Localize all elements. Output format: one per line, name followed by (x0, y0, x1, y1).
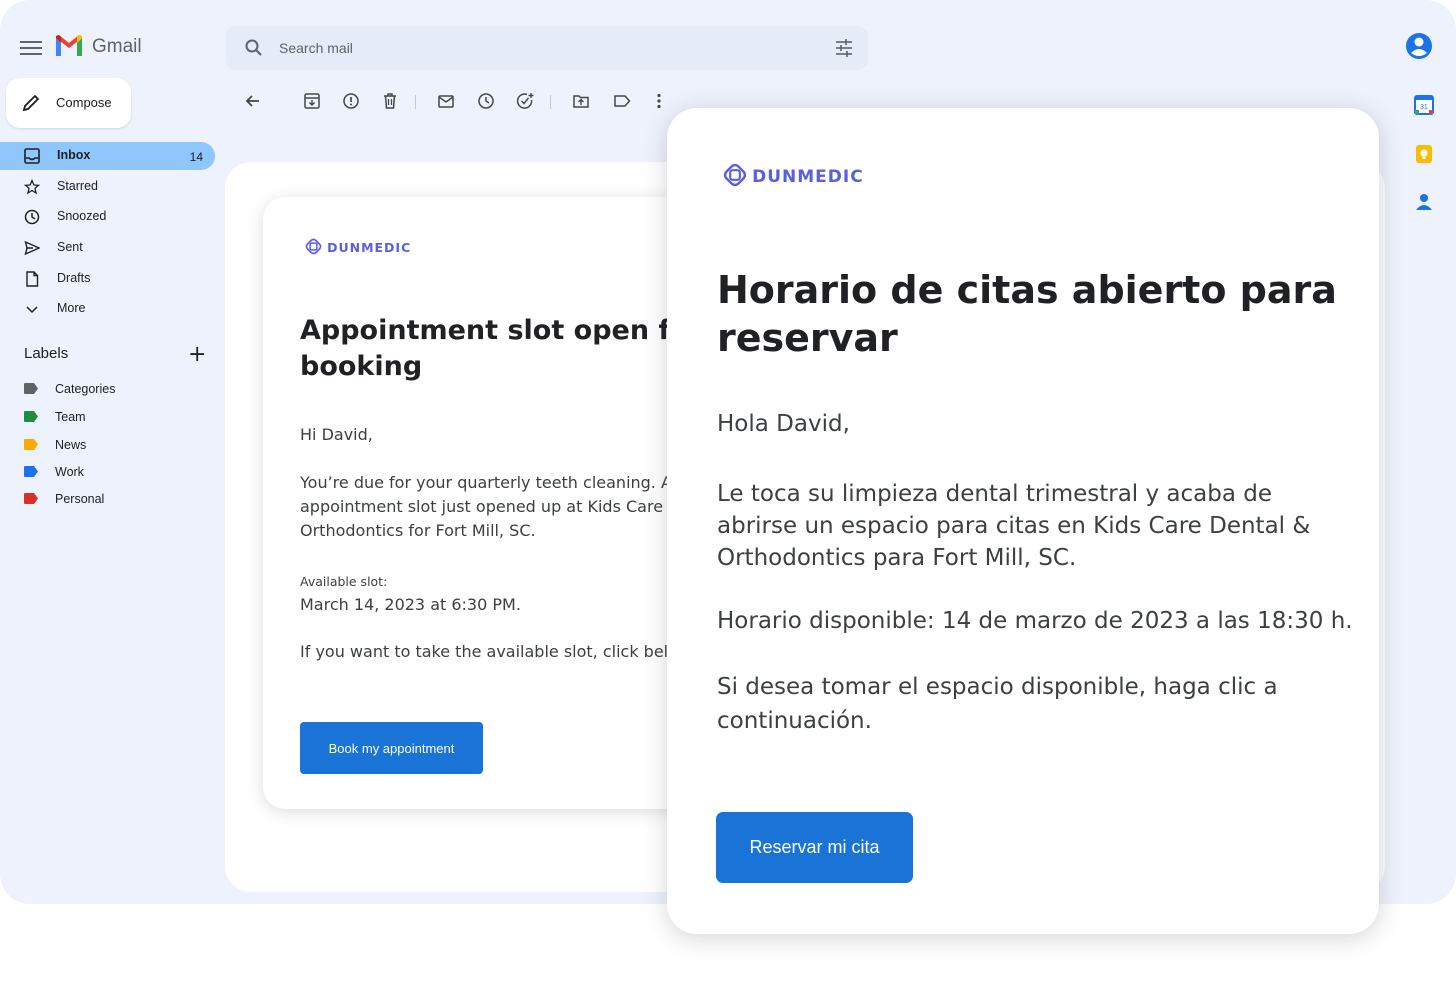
labels-heading: Labels (24, 345, 69, 362)
label-item-text: News (55, 438, 87, 452)
report-spam-icon[interactable] (342, 92, 360, 110)
brand-name: DUNMEDIC (752, 167, 864, 187)
email-cta-text: If you want to take the available slot, … (300, 642, 693, 661)
account-avatar-icon[interactable] (1404, 31, 1434, 61)
label-item-text: Team (55, 410, 86, 424)
compose-button[interactable]: Compose (6, 78, 131, 128)
contacts-icon[interactable] (1414, 192, 1434, 212)
toolbar-divider (415, 95, 416, 109)
main-menu-button[interactable] (20, 38, 42, 56)
label-tag-icon (24, 439, 38, 450)
gmail-logo[interactable] (54, 34, 84, 62)
book-appointment-button[interactable]: Book my appointment (300, 722, 483, 774)
move-to-icon[interactable] (572, 92, 590, 110)
add-label-icon[interactable]: + (188, 342, 206, 367)
sidebar-item-label: More (57, 301, 86, 315)
snooze-icon[interactable] (477, 92, 495, 110)
brand-logo: DUNMEDIC (723, 163, 864, 187)
inbox-unread-count: 14 (189, 150, 203, 164)
chevron-down-icon (26, 306, 38, 314)
back-arrow-icon[interactable] (244, 92, 262, 110)
slot-text: Horario disponible: 14 de marzo de 2023 … (717, 608, 1353, 634)
sidebar-item-starred[interactable]: Starred (0, 173, 215, 201)
search-bar[interactable]: Search mail (226, 26, 868, 70)
delete-icon[interactable] (381, 92, 399, 110)
label-item-text: Personal (55, 492, 105, 506)
sidebar-item-label: Starred (57, 179, 98, 193)
dunmedic-logo-icon (305, 238, 322, 255)
sidebar-item-sent[interactable]: Sent (0, 234, 215, 262)
email-card-english: DUNMEDIC Appointment slot open for booki… (263, 197, 693, 809)
filter-options-icon[interactable] (835, 39, 853, 57)
sidebar-item-label: Snoozed (57, 209, 107, 223)
star-icon (24, 179, 40, 195)
sidebar-item-more[interactable]: More (0, 295, 215, 323)
search-icon[interactable] (244, 38, 264, 58)
mark-unread-icon[interactable] (437, 92, 455, 110)
sidebar-item-snoozed[interactable]: Snoozed (0, 203, 215, 231)
keep-icon[interactable] (1414, 144, 1434, 164)
email-cta-text: Si desea tomar el espacio disponible, ha… (717, 674, 1278, 734)
sidebar-item-label: Inbox (57, 148, 91, 162)
email-title: Appointment slot open for booking (300, 315, 693, 382)
reserve-appointment-button[interactable]: Reservar mi cita (716, 812, 913, 883)
calendar-icon[interactable]: 31 (1414, 95, 1434, 115)
brand-name: DUNMEDIC (327, 240, 412, 255)
brand-logo: DUNMEDIC (305, 237, 411, 256)
svg-text:31: 31 (1420, 104, 1428, 111)
label-as-icon[interactable] (613, 92, 631, 110)
compose-label: Compose (56, 95, 112, 110)
archive-icon[interactable] (303, 92, 321, 110)
label-item-text: Work (55, 465, 84, 479)
app-name: Gmail (92, 36, 142, 57)
label-tag-icon (24, 493, 38, 504)
slot-label: Available slot: (300, 574, 388, 589)
email-body: You’re due for your quarterly teeth clea… (300, 473, 693, 540)
slot-value: March 14, 2023 at 6:30 PM. (300, 595, 521, 614)
sidebar-item-inbox[interactable]: Inbox 14 (0, 142, 215, 170)
inbox-icon (24, 148, 40, 164)
send-icon (24, 240, 40, 256)
search-input[interactable]: Search mail (279, 40, 353, 56)
email-greeting: Hola David, (717, 411, 850, 437)
more-options-icon[interactable] (650, 92, 668, 110)
label-tag-icon (24, 466, 38, 477)
sidebar-item-label: Sent (57, 240, 83, 254)
sidebar-item-drafts[interactable]: Drafts (0, 265, 215, 293)
draft-icon (26, 271, 39, 287)
label-tag-icon (24, 383, 38, 394)
clock-icon (24, 209, 40, 225)
email-title: Horario de citas abierto para reservar (717, 268, 1337, 360)
label-item-text: Categories (55, 382, 116, 396)
email-card-spanish: DUNMEDIC Horario de citas abierto para r… (667, 108, 1379, 934)
pencil-icon (22, 94, 40, 112)
email-greeting: Hi David, (300, 425, 373, 444)
email-body: Le toca su limpieza dental trimestral y … (717, 481, 1311, 571)
toolbar-divider (550, 95, 551, 109)
label-tag-icon (24, 411, 38, 422)
sidebar-item-label: Drafts (57, 271, 91, 285)
add-task-icon[interactable] (516, 92, 534, 110)
dunmedic-logo-icon (723, 163, 747, 187)
